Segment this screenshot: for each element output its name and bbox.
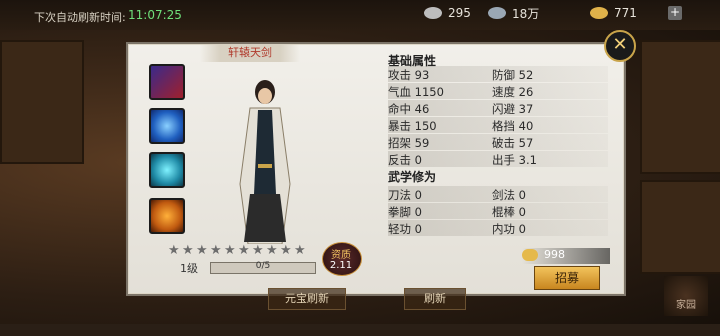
attribute-cell: 格挡 40	[492, 119, 534, 133]
attribute-cell: 速度 26	[492, 85, 534, 99]
resource-value: 295	[448, 6, 471, 20]
blade-skill-icon[interactable]	[149, 64, 185, 100]
star-icon: ★	[224, 243, 236, 258]
resource-ingot: 771	[590, 4, 637, 22]
silver-icon	[424, 7, 442, 19]
refresh-time: 11:07:25	[128, 8, 182, 22]
close-button[interactable]: ✕	[604, 30, 636, 62]
attribute-cell: 出手 3.1	[492, 153, 537, 167]
star-icon: ★	[210, 243, 222, 258]
add-resource-button[interactable]: +	[668, 6, 682, 20]
star-icon: ★	[280, 243, 292, 258]
ingot-icon	[590, 7, 608, 19]
attribute-cell: 攻击 93	[388, 68, 430, 82]
resource-rice: 18万	[488, 4, 539, 22]
hero-name: 轩辕天剑	[200, 44, 300, 62]
martial-cell: 内功 0	[492, 222, 526, 236]
resource-value: 771	[614, 6, 637, 20]
ingot-refresh-button[interactable]: 元宝刷新	[268, 288, 346, 310]
resource-silver: 295	[424, 4, 471, 22]
star-icon: ★	[238, 243, 250, 258]
hero-level: 1级	[180, 262, 198, 275]
cost-value: 998	[544, 248, 565, 261]
attribute-cell: 气血 1150	[388, 85, 444, 99]
star-icon: ★	[294, 243, 306, 258]
aptitude-value: 2.11	[329, 260, 353, 271]
refresh-button[interactable]: 刷新	[404, 288, 466, 310]
ingot-icon	[522, 249, 538, 261]
shelf	[640, 40, 720, 174]
martial-cell: 刀法 0	[388, 188, 422, 202]
top-bar: 下次自动刷新时间: 11:07:25 295 18万 771 +	[0, 0, 720, 30]
shelf	[640, 180, 720, 274]
martial-cell: 轻功 0	[388, 222, 422, 236]
hero-portrait	[239, 80, 291, 244]
shield-skill-icon[interactable]	[149, 108, 185, 144]
recruit-button[interactable]: 招募	[534, 266, 600, 290]
star-icon: ★	[168, 243, 180, 258]
star-rating: ★ ★ ★ ★ ★ ★ ★ ★ ★ ★	[168, 244, 307, 257]
martial-cell: 剑法 0	[492, 188, 526, 202]
refresh-label: 下次自动刷新时间:	[34, 11, 126, 24]
attribute-cell: 闪避 37	[492, 102, 534, 116]
family-button[interactable]: 家园	[664, 276, 708, 316]
rice-icon	[488, 7, 506, 19]
star-icon: ★	[182, 243, 194, 258]
attribute-cell: 破击 57	[492, 136, 534, 150]
exp-value: 0/5	[255, 261, 271, 271]
section-title-martial: 武学修为	[388, 170, 437, 184]
martial-cell: 拳脚 0	[388, 205, 422, 219]
attribute-cell: 反击 0	[388, 153, 422, 167]
shelf	[0, 40, 84, 164]
resource-value: 18万	[512, 6, 540, 21]
star-icon: ★	[252, 243, 264, 258]
attribute-cell: 暴击 150	[388, 119, 437, 133]
martial-cell: 棍棒 0	[492, 205, 526, 219]
wind-skill-icon[interactable]	[149, 152, 185, 188]
attribute-cell: 防御 52	[492, 68, 534, 82]
fire-skill-icon[interactable]	[149, 198, 185, 234]
star-icon: ★	[196, 243, 208, 258]
star-icon: ★	[266, 243, 278, 258]
attribute-cell: 命中 46	[388, 102, 430, 116]
attribute-cell: 招架 59	[388, 136, 430, 150]
aptitude-label: 资质	[331, 250, 351, 261]
